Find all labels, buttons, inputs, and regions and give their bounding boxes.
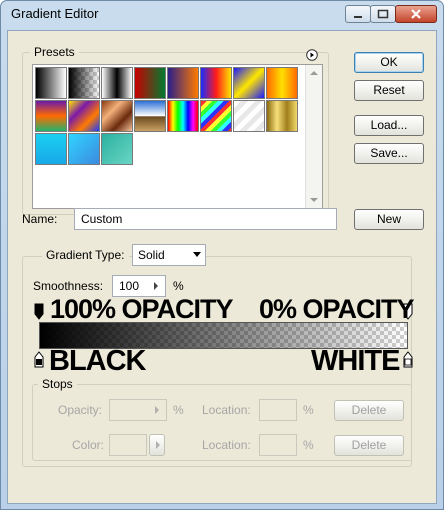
opacity-unit: % xyxy=(173,403,184,417)
preset-swatch-fill xyxy=(102,101,132,131)
presets-list[interactable] xyxy=(32,64,323,209)
close-icon xyxy=(411,9,421,19)
color-stop-right[interactable] xyxy=(403,351,413,369)
preset-swatch-violet-orange[interactable] xyxy=(167,67,199,99)
gradient-type-label: Gradient Type: xyxy=(42,248,129,262)
smoothness-label: Smoothness: xyxy=(33,279,104,293)
presets-menu-icon[interactable] xyxy=(306,49,318,61)
left-opacity-label: 100% OPACITY xyxy=(50,294,234,324)
chevron-down-icon xyxy=(193,252,201,257)
preset-swatch-spectrum[interactable] xyxy=(167,100,199,132)
color-location-unit: % xyxy=(303,438,314,452)
maximize-icon xyxy=(377,9,389,19)
opacity-delete-button[interactable]: Delete xyxy=(334,400,404,421)
preset-swatch-cyan[interactable] xyxy=(35,133,67,165)
preset-swatch-transparent-rainbow[interactable] xyxy=(200,100,232,132)
opacity-input[interactable] xyxy=(109,399,167,421)
close-button[interactable] xyxy=(395,5,437,23)
preset-swatch-grid xyxy=(35,67,299,207)
color-label: Color: xyxy=(72,438,105,452)
preset-swatch-fill xyxy=(201,101,231,131)
left-color-label: BLACK xyxy=(49,345,146,377)
presets-scrollbar[interactable] xyxy=(305,65,322,208)
presets-label: Presets xyxy=(30,45,79,59)
preset-swatch-teal[interactable] xyxy=(101,133,133,165)
preset-swatch-blue-yellow-blue[interactable] xyxy=(233,67,265,99)
ok-button[interactable]: OK xyxy=(354,52,424,73)
preset-swatch-fill xyxy=(267,101,297,131)
preset-swatch-fill xyxy=(69,68,99,98)
scroll-down-icon[interactable] xyxy=(309,196,319,204)
opacity-location-input[interactable] xyxy=(259,399,297,421)
gradient-editor-window: Gradient Editor Presets OK Reset Load... xyxy=(0,0,444,510)
preset-swatch-fill xyxy=(36,101,66,131)
preset-swatch-yellow-violet-orange-blue[interactable] xyxy=(68,100,100,132)
preset-swatch-violet-green-orange[interactable] xyxy=(35,100,67,132)
preset-swatch-fill xyxy=(36,68,66,98)
gradient-type-select[interactable]: Solid xyxy=(132,244,206,266)
chevron-right-icon xyxy=(156,441,160,449)
preset-swatch-red-green[interactable] xyxy=(134,67,166,99)
preset-swatch-fill xyxy=(168,101,198,131)
color-swatch[interactable] xyxy=(109,434,147,456)
preset-swatch-fill xyxy=(102,134,132,164)
color-delete-button[interactable]: Delete xyxy=(334,435,404,456)
color-menu-button[interactable] xyxy=(149,434,165,456)
preset-swatch-chrome[interactable] xyxy=(134,100,166,132)
preset-swatch-fill xyxy=(69,101,99,131)
name-input[interactable]: Custom xyxy=(74,208,337,230)
opacity-location-unit: % xyxy=(303,403,314,417)
preset-swatch-fill xyxy=(168,68,198,98)
preset-swatch-fill xyxy=(36,134,66,164)
right-opacity-label: 0% OPACITY xyxy=(259,294,415,324)
opacity-stop-left[interactable] xyxy=(34,303,44,321)
smoothness-unit: % xyxy=(173,279,184,293)
preset-swatch-blue-red-yellow[interactable] xyxy=(200,67,232,99)
preset-swatch-fill xyxy=(234,101,264,131)
load-button[interactable]: Load... xyxy=(354,115,424,136)
maximize-button[interactable] xyxy=(370,5,396,23)
dialog-body: Presets OK Reset Load... Save... Name: C… xyxy=(7,30,437,504)
name-label: Name: xyxy=(22,212,58,226)
color-location-input[interactable] xyxy=(259,434,297,456)
preset-swatch-transparent-stripes[interactable] xyxy=(233,100,265,132)
preset-swatch-black-to-white[interactable] xyxy=(101,67,133,99)
preset-swatch-copper[interactable] xyxy=(101,100,133,132)
preset-swatch-gold[interactable] xyxy=(266,100,298,132)
color-stop-left[interactable] xyxy=(34,351,44,369)
minimize-icon xyxy=(354,16,362,18)
preset-swatch-fill xyxy=(102,68,132,98)
preset-swatch-foreground-transparent[interactable] xyxy=(68,67,100,99)
new-button[interactable]: New xyxy=(354,209,424,230)
gradient-type-value: Solid xyxy=(138,248,165,262)
reset-button[interactable]: Reset xyxy=(354,80,424,101)
color-location-label: Location: xyxy=(202,438,251,452)
preset-swatch-fill xyxy=(135,101,165,131)
save-button[interactable]: Save... xyxy=(354,143,424,164)
preset-swatch-fill xyxy=(267,68,297,98)
minimize-button[interactable] xyxy=(345,5,371,23)
preset-swatch-fill xyxy=(69,134,99,164)
scroll-up-icon[interactable] xyxy=(309,69,319,77)
stops-label: Stops xyxy=(38,377,77,391)
opacity-label: Opacity: xyxy=(58,403,103,417)
preset-swatch-fill xyxy=(201,68,231,98)
preset-swatch-cyan-blue[interactable] xyxy=(68,133,100,165)
smoothness-value: 100 xyxy=(119,279,140,293)
opacity-location-label: Location: xyxy=(202,403,251,417)
chevron-right-icon[interactable] xyxy=(149,279,163,293)
title-bar: Gradient Editor xyxy=(1,1,443,29)
preset-swatch-black-white[interactable] xyxy=(35,67,67,99)
preset-swatch-orange-yellow-orange[interactable] xyxy=(266,67,298,99)
preset-swatch-fill xyxy=(135,68,165,98)
opacity-slider-icon[interactable] xyxy=(150,403,164,417)
preset-swatch-fill xyxy=(234,68,264,98)
right-color-label: WHITE xyxy=(311,345,400,377)
window-title: Gradient Editor xyxy=(11,6,99,21)
